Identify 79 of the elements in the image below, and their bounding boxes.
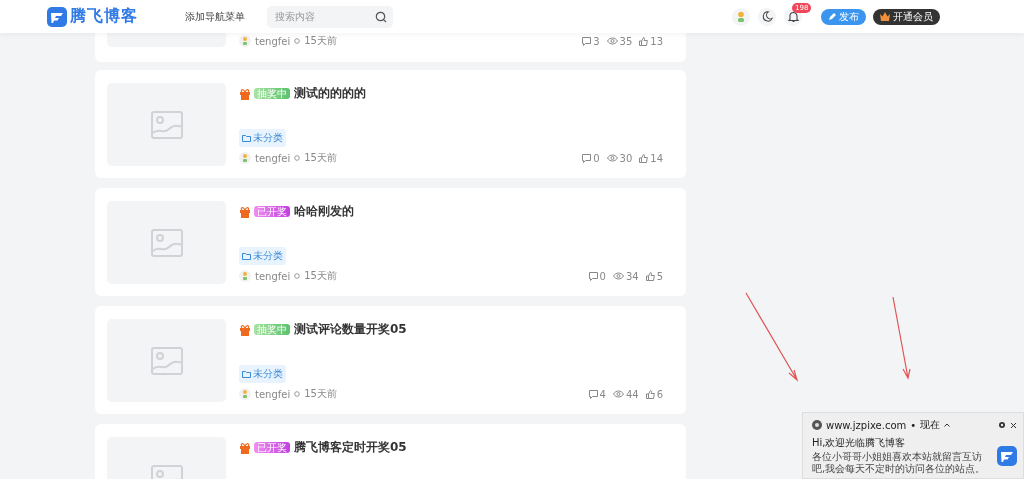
status-badge: 已开奖: [254, 206, 290, 217]
like-count: 5: [656, 270, 663, 282]
app-icon: [997, 445, 1017, 466]
image-icon: [150, 110, 183, 139]
status-badge: 抽奖中: [254, 88, 290, 99]
search-icon: [375, 10, 387, 23]
post-title[interactable]: 测试的的的的: [294, 85, 366, 102]
gift-icon: [239, 323, 251, 336]
notification-message: 各位小哥哥小姐姐喜欢本站就留言互访吧,我会每天不定时的访问各位的站点。: [812, 451, 987, 475]
close-icon[interactable]: [1010, 421, 1017, 429]
separator-dot: •: [910, 419, 917, 431]
author-name[interactable]: tengfei: [255, 35, 291, 47]
comment-count: 0: [599, 270, 606, 282]
category-tag[interactable]: 未分类: [239, 365, 286, 383]
logo-text: 腾飞博客: [70, 6, 138, 27]
comment-icon: [582, 153, 592, 163]
comment-icon: [588, 389, 598, 399]
nav-link[interactable]: 添加导航菜单: [185, 9, 245, 24]
author-name[interactable]: tengfei: [255, 270, 291, 282]
view-count: 34: [625, 270, 639, 282]
crown-icon: [880, 12, 890, 21]
folder-icon: [242, 134, 251, 142]
author-name[interactable]: tengfei: [255, 388, 291, 400]
gift-icon: [239, 441, 251, 454]
thumbs-up-icon: [639, 36, 649, 46]
eye-icon: [612, 390, 624, 398]
author-name[interactable]: tengfei: [255, 152, 291, 164]
category-tag[interactable]: 未分类: [239, 129, 286, 147]
folder-icon: [242, 370, 251, 378]
view-count: 44: [625, 388, 639, 400]
comment-count: 0: [593, 152, 600, 164]
like-count: 14: [650, 152, 663, 164]
author-avatar: [239, 152, 251, 164]
logo[interactable]: 腾飞博客: [47, 6, 138, 27]
caret-icon[interactable]: [944, 423, 951, 427]
pencil-icon: [828, 12, 836, 21]
folder-icon: [242, 252, 251, 260]
thumbs-up-icon: [645, 271, 655, 281]
bell-icon: [787, 10, 799, 23]
post-title[interactable]: 测试评论数量开奖05: [294, 321, 407, 338]
post-time: 15天前: [304, 387, 337, 401]
eye-icon: [612, 272, 624, 280]
post-time: 15天前: [304, 269, 337, 283]
gift-icon: [239, 205, 251, 218]
image-icon: [150, 346, 183, 375]
gift-icon: [239, 87, 251, 100]
author-avatar: [239, 388, 251, 400]
comment-count: 4: [599, 388, 606, 400]
thumbs-up-icon: [639, 153, 649, 163]
status-badge: 已开奖: [254, 442, 290, 453]
dark-mode-button[interactable]: [758, 7, 776, 26]
like-count: 6: [656, 388, 663, 400]
category-tag[interactable]: 未分类: [239, 247, 286, 265]
comment-count: 3: [593, 35, 600, 47]
notification-time: 现在: [920, 418, 941, 432]
comment-icon: [588, 271, 598, 281]
thumbs-up-icon: [645, 389, 655, 399]
eye-icon: [606, 154, 618, 162]
author-avatar: [239, 270, 251, 282]
like-count: 13: [650, 35, 663, 47]
post-time: 15天前: [304, 151, 337, 165]
view-count: 35: [619, 35, 633, 47]
publish-button[interactable]: 发布: [821, 8, 866, 25]
logo-icon: [47, 6, 67, 27]
view-count: 30: [619, 152, 633, 164]
browser-icon: [812, 420, 822, 430]
image-icon: [150, 228, 183, 257]
notification-source: www.jzpixe.com: [826, 419, 907, 431]
notification-title: Hi,欢迎光临腾飞博客: [812, 436, 907, 450]
post-time: 15天前: [304, 34, 337, 48]
author-avatar: [239, 35, 251, 47]
post-title[interactable]: 哈哈刚发的: [294, 203, 354, 220]
comment-icon: [582, 36, 592, 46]
eye-icon: [606, 37, 618, 45]
search-field[interactable]: 搜索内容: [267, 5, 393, 28]
moon-icon: [761, 11, 773, 22]
post-title[interactable]: 腾飞博客定时开奖05: [294, 439, 407, 456]
status-badge: 抽奖中: [254, 324, 290, 335]
vip-button[interactable]: 开通会员: [873, 8, 940, 25]
